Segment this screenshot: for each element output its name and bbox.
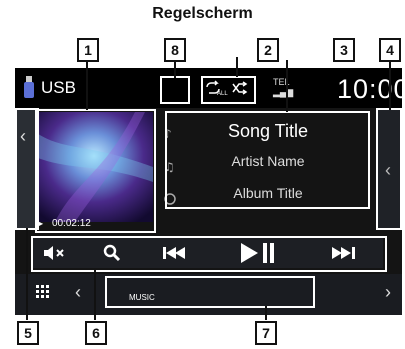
highlight-controls — [31, 236, 387, 272]
highlight-right-drawer — [376, 108, 402, 230]
callout-2: 2 — [257, 38, 279, 62]
highlight-play-mode — [201, 76, 256, 104]
callout-6: 6 — [85, 321, 107, 345]
callout-4: 4 — [379, 38, 401, 62]
callout-7: 7 — [255, 321, 277, 345]
highlight-artwork — [35, 109, 156, 233]
callout-line-2 — [236, 57, 238, 77]
grid-menu-icon[interactable] — [36, 285, 50, 299]
callout-5: 5 — [17, 321, 39, 345]
callout-line-1 — [86, 62, 88, 110]
callout-line-6 — [94, 270, 96, 320]
highlight-track-info — [165, 111, 370, 209]
callout-line-5 — [26, 228, 28, 320]
callout-line-7 — [265, 306, 267, 320]
highlight-media-label — [105, 276, 315, 308]
callout-line-3 — [286, 60, 288, 112]
callout-8: 8 — [164, 38, 186, 62]
chevron-left-icon[interactable]: ‹ — [75, 282, 81, 303]
tel-status: TEL ▂▄▆ — [273, 77, 293, 97]
tel-label: TEL — [273, 77, 290, 87]
clock: 10:00 — [337, 74, 402, 104]
callout-line-4 — [389, 62, 391, 110]
callout-1: 1 — [77, 38, 99, 62]
chevron-right-icon[interactable]: › — [385, 282, 391, 303]
signal-icon: ▂▄▆ — [273, 87, 294, 97]
usb-icon — [24, 76, 34, 98]
page-heading: Regelscherm — [152, 5, 253, 22]
highlight-left-drawer — [15, 108, 39, 230]
callout-3: 3 — [333, 38, 355, 62]
source-label[interactable]: USB — [41, 78, 76, 98]
callout-line-8 — [174, 62, 176, 78]
highlight-empty-area — [160, 76, 190, 104]
